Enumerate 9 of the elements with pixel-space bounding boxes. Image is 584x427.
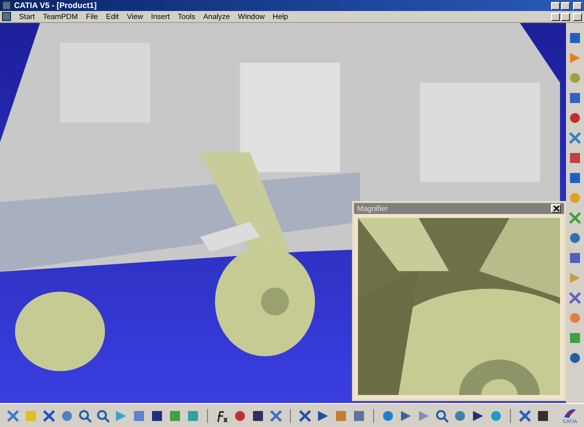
close-button[interactable] (551, 204, 561, 213)
zoom-in-icon[interactable] (78, 408, 92, 422)
app-icon (2, 1, 11, 10)
logo-icon (562, 406, 578, 418)
search-icon[interactable] (435, 408, 449, 422)
document-icon (2, 12, 11, 21)
zoom-out-icon[interactable] (96, 408, 110, 422)
window-title: CATIA V5 - [Product1] (14, 0, 97, 10)
formula-icon[interactable] (215, 408, 229, 422)
